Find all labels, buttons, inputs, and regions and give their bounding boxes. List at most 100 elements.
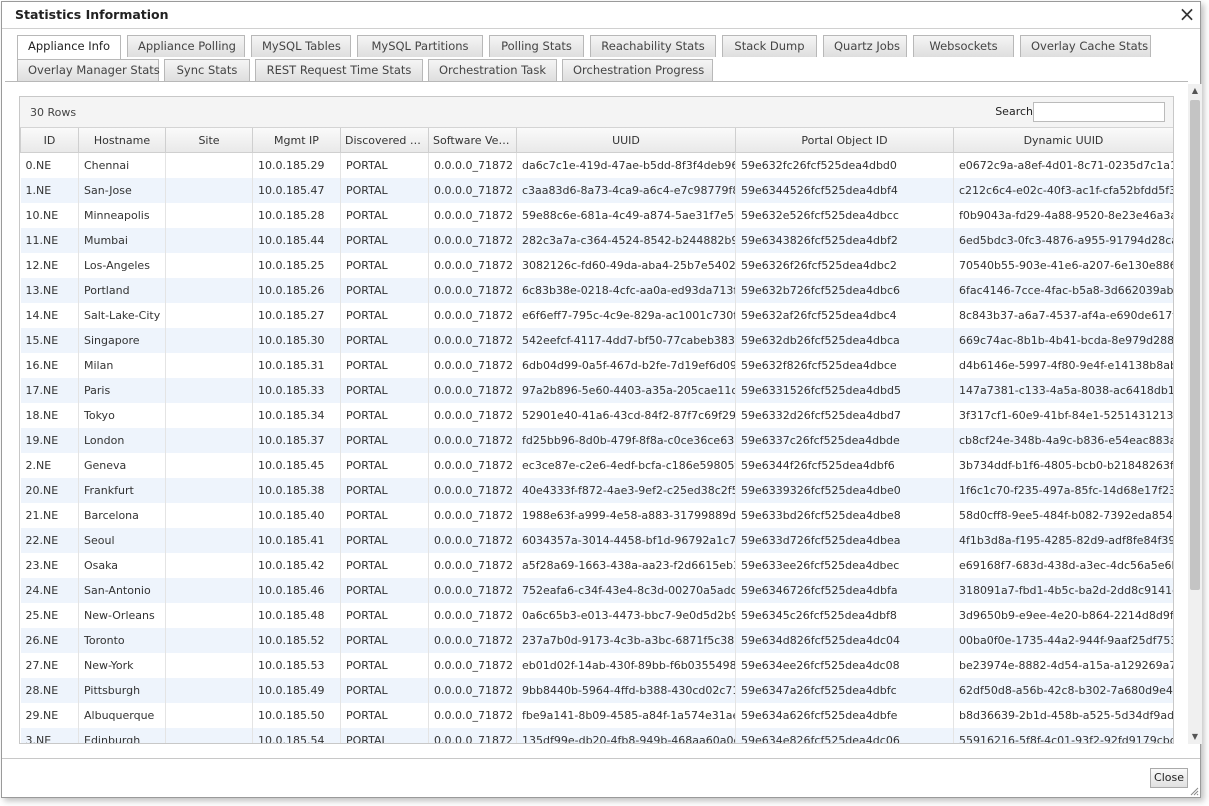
- cell-software-versi: 0.0.0.0_71872: [428, 328, 517, 353]
- table-row[interactable]: 11.NE Mumbai 10.0.185.44 PORTAL 0.0.0.0_7187…: [20, 228, 1173, 253]
- tab-overlay-cache-stats[interactable]: Overlay Cache Stats: [1020, 35, 1151, 57]
- cell-id: 22.NE: [20, 528, 79, 553]
- table-row[interactable]: 17.NE Paris 10.0.185.33 PORTAL 0.0.0.0_71872…: [20, 378, 1173, 403]
- table-row[interactable]: 13.NE Portland 10.0.185.26 PORTAL 0.0.0.0_71…: [20, 278, 1173, 303]
- appliance-info-panel: 30 Rows Search ID Hostname Site Mgmt IP Disc…: [19, 96, 1174, 744]
- cell-software-versi: 0.0.0.0_71872: [428, 653, 517, 678]
- close-icon[interactable]: ×: [1177, 4, 1197, 24]
- table-row[interactable]: 22.NE Seoul 10.0.185.41 PORTAL 0.0.0.0_71872…: [20, 528, 1173, 553]
- tab-sync-stats[interactable]: Sync Stats: [164, 59, 250, 81]
- column-header-dynamic-uuid[interactable]: Dynamic UUID: [953, 128, 1173, 153]
- cell-software-versi: 0.0.0.0_71872: [428, 578, 517, 603]
- table-row[interactable]: 1.NE San-Jose 10.0.185.47 PORTAL 0.0.0.0_718…: [20, 178, 1173, 203]
- cell-mgmt-ip: 10.0.185.33: [252, 378, 341, 403]
- table-row[interactable]: 23.NE Osaka 10.0.185.42 PORTAL 0.0.0.0_71872…: [20, 553, 1173, 578]
- table-row[interactable]: 12.NE Los-Angeles 10.0.185.25 PORTAL 0.0.0.0…: [20, 253, 1173, 278]
- table-row[interactable]: 21.NE Barcelona 10.0.185.40 PORTAL 0.0.0.0_7…: [20, 503, 1173, 528]
- cell-discovered-fro: PORTAL: [340, 353, 429, 378]
- tab-overlay-manager-stats[interactable]: Overlay Manager Stats: [17, 59, 160, 81]
- column-header-mgmt-ip[interactable]: Mgmt IP: [252, 128, 341, 153]
- table-row[interactable]: 14.NE Salt-Lake-City 10.0.185.27 PORTAL 0.0.…: [20, 303, 1173, 328]
- resize-grip-icon[interactable]: [1189, 786, 1199, 796]
- cell-hostname: Mumbai: [78, 228, 166, 253]
- table-row[interactable]: 3.NE Edinburgh 10.0.185.54 PORTAL 0.0.0.0_71…: [20, 728, 1173, 743]
- cell-site: [165, 178, 253, 203]
- table-row[interactable]: 25.NE New-Orleans 10.0.185.48 PORTAL 0.0.0.0…: [20, 603, 1173, 628]
- table-row[interactable]: 19.NE London 10.0.185.37 PORTAL 0.0.0.0_7187…: [20, 428, 1173, 453]
- statistics-dialog: Statistics Information × Appliance Info A…: [1, 1, 1202, 798]
- table-row[interactable]: 27.NE New-York 10.0.185.53 PORTAL 0.0.0.0_71…: [20, 653, 1173, 678]
- column-header-software-versi[interactable]: Software Versi...: [428, 128, 517, 153]
- column-header-uuid[interactable]: UUID: [516, 128, 736, 153]
- column-header-hostname[interactable]: Hostname: [78, 128, 166, 153]
- column-header-discovered-fro[interactable]: Discovered Fro...: [340, 128, 429, 153]
- cell-software-versi: 0.0.0.0_71872: [428, 603, 517, 628]
- column-header-portal-object-id[interactable]: Portal Object ID: [735, 128, 954, 153]
- table-row[interactable]: 18.NE Tokyo 10.0.185.34 PORTAL 0.0.0.0_71872…: [20, 403, 1173, 428]
- cell-mgmt-ip: 10.0.185.44: [252, 228, 341, 253]
- tab-rest-request-time-stats[interactable]: REST Request Time Stats: [255, 59, 423, 81]
- dialog-titlebar[interactable]: Statistics Information ×: [2, 2, 1200, 29]
- cell-hostname: Osaka: [78, 553, 166, 578]
- table-row[interactable]: 15.NE Singapore 10.0.185.30 PORTAL 0.0.0.0_7…: [20, 328, 1173, 353]
- scroll-down-arrow-icon[interactable]: ▼: [1188, 730, 1202, 744]
- tab-reachability-stats[interactable]: Reachability Stats: [590, 35, 716, 57]
- table-row[interactable]: 0.NE Chennai 10.0.185.29 PORTAL 0.0.0.0_7187…: [20, 152, 1173, 178]
- cell-dynamic-uuid: d4b6146e-5997-4f80-9e4f-e14138b8ab69: [953, 353, 1173, 378]
- tab-mysql-tables[interactable]: MySQL Tables: [251, 35, 351, 57]
- cell-site: [165, 503, 253, 528]
- cell-portal-object-id: 59e6344f26fcf525dea4dbf6: [735, 453, 954, 478]
- cell-software-versi: 0.0.0.0_71872: [428, 453, 517, 478]
- table-row[interactable]: 2.NE Geneva 10.0.185.45 PORTAL 0.0.0.0_71872…: [20, 453, 1173, 478]
- table-row[interactable]: 10.NE Minneapolis 10.0.185.28 PORTAL 0.0.0.0…: [20, 203, 1173, 228]
- cell-portal-object-id: 59e6346726fcf525dea4dbfa: [735, 578, 954, 603]
- table-row[interactable]: 20.NE Frankfurt 10.0.185.38 PORTAL 0.0.0.0_7…: [20, 478, 1173, 503]
- cell-hostname: Singapore: [78, 328, 166, 353]
- cell-uuid: 237a7b0d-9173-4c3b-a3bc-6871f5c3881d: [516, 628, 736, 653]
- cell-mgmt-ip: 10.0.185.48: [252, 603, 341, 628]
- tab-appliance-polling[interactable]: Appliance Polling: [127, 35, 245, 57]
- cell-uuid: a5f28a69-1663-438a-aa23-f2d6615eb332: [516, 553, 736, 578]
- cell-hostname: Frankfurt: [78, 478, 166, 503]
- cell-dynamic-uuid: 8c843b37-a6a7-4537-af4a-e690de617f4a: [953, 303, 1173, 328]
- cell-discovered-fro: PORTAL: [340, 278, 429, 303]
- cell-discovered-fro: PORTAL: [340, 178, 429, 203]
- cell-portal-object-id: 59e632f826fcf525dea4dbce: [735, 353, 954, 378]
- table-row[interactable]: 28.NE Pittsburgh 10.0.185.49 PORTAL 0.0.0.0_…: [20, 678, 1173, 703]
- table-row[interactable]: 24.NE San-Antonio 10.0.185.46 PORTAL 0.0.0.0…: [20, 578, 1173, 603]
- scrollbar-thumb[interactable]: [1190, 100, 1200, 590]
- tab-polling-stats[interactable]: Polling Stats: [489, 35, 584, 57]
- table-row[interactable]: 16.NE Milan 10.0.185.31 PORTAL 0.0.0.0_71872…: [20, 353, 1173, 378]
- cell-id: 25.NE: [20, 603, 79, 628]
- table-row[interactable]: 29.NE Albuquerque 10.0.185.50 PORTAL 0.0.0.0…: [20, 703, 1173, 728]
- column-header-id[interactable]: ID: [20, 128, 79, 153]
- cell-id: 15.NE: [20, 328, 79, 353]
- cell-dynamic-uuid: 3b734ddf-b1f6-4805-bcb0-b21848263f35: [953, 453, 1173, 478]
- cell-uuid: 59e88c6e-681a-4c49-a874-5ae31f7e50af: [516, 203, 736, 228]
- tab-orchestration-progress[interactable]: Orchestration Progress: [562, 59, 713, 81]
- cell-mgmt-ip: 10.0.185.53: [252, 653, 341, 678]
- column-header-site[interactable]: Site: [165, 128, 253, 153]
- cell-hostname: Milan: [78, 353, 166, 378]
- tab-orchestration-task[interactable]: Orchestration Task: [428, 59, 557, 81]
- tab-stack-dump[interactable]: Stack Dump: [722, 35, 817, 57]
- tab-quartz-jobs[interactable]: Quartz Jobs: [823, 35, 907, 57]
- cell-discovered-fro: PORTAL: [340, 203, 429, 228]
- cell-dynamic-uuid: 147a7381-c133-4a5a-8038-ac6418db1c1f: [953, 378, 1173, 403]
- tab-appliance-info[interactable]: Appliance Info: [17, 35, 121, 59]
- cell-dynamic-uuid: 3d9650b9-e9ee-4e20-b864-2214d8d9fd2c: [953, 603, 1173, 628]
- scroll-up-arrow-icon[interactable]: ▲: [1188, 84, 1202, 98]
- vertical-scrollbar[interactable]: ▲ ▼: [1188, 84, 1202, 744]
- tab-websockets[interactable]: Websockets: [913, 35, 1014, 57]
- cell-uuid: 0a6c65b3-e013-4473-bbc7-9e0d5d2b9fb7: [516, 603, 736, 628]
- tab-mysql-partitions[interactable]: MySQL Partitions: [357, 35, 483, 57]
- cell-dynamic-uuid: be23974e-8882-4d54-a15a-a129269a725a: [953, 653, 1173, 678]
- cell-hostname: Albuquerque: [78, 703, 166, 728]
- close-button[interactable]: Close: [1150, 768, 1188, 788]
- cell-site: [165, 478, 253, 503]
- search-input[interactable]: [1033, 102, 1165, 122]
- table-row[interactable]: 26.NE Toronto 10.0.185.52 PORTAL 0.0.0.0_718…: [20, 628, 1173, 653]
- cell-dynamic-uuid: 669c74ac-8b1b-4b41-bcda-8e979d2880ac: [953, 328, 1173, 353]
- cell-mgmt-ip: 10.0.185.49: [252, 678, 341, 703]
- cell-discovered-fro: PORTAL: [340, 728, 429, 743]
